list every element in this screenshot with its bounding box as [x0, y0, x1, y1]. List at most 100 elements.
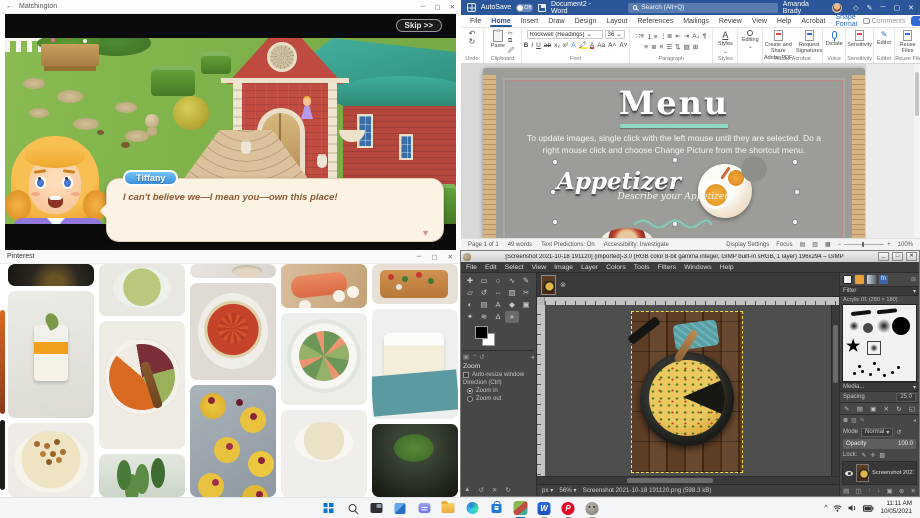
- eraser-tool-icon[interactable]: ◆: [505, 299, 519, 311]
- menu-view[interactable]: View: [532, 264, 547, 271]
- text-predictions[interactable]: Text Predictions: On: [541, 242, 595, 248]
- mode-select[interactable]: Normal ▾: [861, 427, 894, 437]
- frittata-image[interactable]: [627, 311, 743, 473]
- close-icon[interactable]: ✕: [906, 252, 917, 261]
- paths-tab-icon[interactable]: ✎: [860, 417, 865, 424]
- word-app-icon[interactable]: [467, 3, 476, 12]
- pin[interactable]: [8, 264, 94, 286]
- new-layer-icon[interactable]: ▤: [843, 487, 849, 495]
- tab-insert[interactable]: Insert: [516, 17, 544, 26]
- zoom-select[interactable]: 56% ▾: [559, 487, 576, 494]
- tab-shape-format[interactable]: Shape Format: [830, 13, 862, 29]
- pin[interactable]: [372, 309, 458, 419]
- brush-preview-grid[interactable]: ★: [842, 304, 917, 382]
- selection-handle[interactable]: [793, 220, 797, 224]
- brush-filter-row[interactable]: Filter ▾: [840, 286, 919, 296]
- document-scrollbar[interactable]: [914, 64, 920, 238]
- selection-handle[interactable]: [673, 158, 677, 162]
- gradients-tab-icon[interactable]: [867, 275, 876, 284]
- accessibility-status[interactable]: Accessibility: Investigate: [604, 242, 669, 248]
- placeholder-circle[interactable]: [741, 156, 767, 182]
- switch-mode-icon[interactable]: ↺: [896, 429, 901, 436]
- tray-expand-icon[interactable]: ^: [824, 505, 827, 512]
- minimize-icon[interactable]: ─: [421, 3, 426, 11]
- menu-template-page[interactable]: Menu To update images, single click with…: [483, 68, 865, 238]
- restore-options-icon[interactable]: ↺: [478, 486, 483, 494]
- delete-brush-icon[interactable]: ✕: [883, 405, 888, 413]
- merge-layer-icon[interactable]: ⊕: [899, 487, 904, 495]
- underline-icon[interactable]: U: [536, 42, 541, 49]
- tab-help[interactable]: Help: [772, 17, 796, 26]
- delete-options-icon[interactable]: ✕: [492, 486, 497, 494]
- fonts-tab-icon[interactable]: fn: [879, 275, 888, 284]
- dock-menu-icon[interactable]: ◂: [913, 417, 916, 424]
- pin[interactable]: [0, 420, 5, 490]
- menu-tools[interactable]: Tools: [634, 264, 650, 271]
- undo-history-tab-icon[interactable]: ↺: [479, 353, 484, 361]
- minimize-icon[interactable]: _: [878, 252, 889, 261]
- chat-button[interactable]: [416, 500, 433, 517]
- image-tab-close-icon[interactable]: ⊗: [560, 281, 566, 289]
- pin[interactable]: [99, 454, 185, 497]
- tab-acrobat[interactable]: Acrobat: [796, 17, 830, 26]
- lower-layer-icon[interactable]: ↓: [877, 487, 880, 495]
- menu-file[interactable]: File: [466, 264, 477, 271]
- volume-icon[interactable]: [848, 504, 857, 512]
- pin[interactable]: [372, 424, 458, 497]
- pilcrow-icon[interactable]: ¶: [703, 33, 707, 40]
- menu-filters[interactable]: Filters: [658, 264, 677, 271]
- align-right-icon[interactable]: ≡: [660, 44, 664, 51]
- edit-brush-icon[interactable]: ✎: [844, 405, 849, 413]
- pin[interactable]: [0, 310, 5, 414]
- matchington-taskbar-button[interactable]: [512, 500, 529, 518]
- menu-windows[interactable]: Windows: [684, 264, 712, 271]
- edge-button[interactable]: [464, 500, 481, 517]
- clone-tool-icon[interactable]: ▣: [519, 299, 533, 311]
- new-brush-icon[interactable]: ▤: [857, 405, 863, 413]
- gimp-taskbar-button[interactable]: [584, 500, 601, 518]
- editor-button[interactable]: ✎ Editor: [877, 30, 891, 47]
- menu-instructions[interactable]: To update images, single click with the …: [524, 132, 824, 157]
- dock-close-icon[interactable]: ⊠: [911, 276, 916, 283]
- strikethrough-icon[interactable]: ab: [544, 42, 551, 49]
- change-case-icon[interactable]: Aa: [597, 42, 605, 49]
- close-icon[interactable]: ✕: [450, 3, 455, 11]
- free-select-tool-icon[interactable]: ∿: [505, 275, 519, 287]
- refresh-brushes-icon[interactable]: ↻: [896, 405, 901, 413]
- italic-icon[interactable]: I: [531, 42, 533, 49]
- layer-visibility-icon[interactable]: [845, 470, 853, 476]
- save-options-icon[interactable]: ▲: [464, 486, 470, 494]
- back-icon[interactable]: ←: [6, 3, 13, 10]
- minimize-icon[interactable]: ─: [881, 4, 886, 12]
- format-painter-icon[interactable]: 🖉: [508, 46, 514, 56]
- align-left-icon[interactable]: ≡: [644, 44, 648, 51]
- paths-tool-icon[interactable]: ✎: [519, 275, 533, 287]
- search-input[interactable]: Search (Alt+Q): [627, 2, 778, 13]
- editing-mode-icon[interactable]: ✎: [867, 4, 873, 12]
- shrink-font-icon[interactable]: A˅: [619, 42, 627, 49]
- crop-tool-icon[interactable]: ▱: [463, 287, 477, 299]
- new-group-icon[interactable]: ◫: [855, 487, 861, 495]
- canvas-vscrollbar[interactable]: [831, 305, 839, 476]
- device-status-tab-icon[interactable]: ◔: [472, 353, 476, 361]
- rect-select-tool-icon[interactable]: ▭: [477, 275, 491, 287]
- tab-design[interactable]: Design: [570, 17, 602, 26]
- open-brush-icon[interactable]: ◱: [909, 405, 915, 413]
- reuse-files-button[interactable]: Reuse Files: [897, 30, 918, 55]
- avatar[interactable]: [832, 2, 843, 13]
- align-center-icon[interactable]: ≣: [651, 43, 656, 51]
- pin[interactable]: [99, 321, 185, 449]
- focus-mode[interactable]: Focus: [776, 242, 792, 248]
- tab-home[interactable]: Home: [486, 17, 515, 27]
- zoom-out-radio[interactable]: Zoom out: [467, 396, 534, 402]
- lock-position-icon[interactable]: ✛: [870, 452, 875, 459]
- pinterest-taskbar-button[interactable]: P: [560, 500, 577, 518]
- share-button[interactable]: ↷Share: [911, 16, 920, 26]
- font-name-select[interactable]: Rockwell (Headings) ⌄: [526, 30, 603, 39]
- bold-icon[interactable]: B: [524, 42, 529, 49]
- opacity-slider[interactable]: Opacity 100.0: [843, 439, 916, 449]
- document-area[interactable]: Menu To update images, single click with…: [461, 64, 920, 238]
- tab-mailings[interactable]: Mailings: [678, 17, 714, 26]
- color-swatches[interactable]: [475, 326, 499, 348]
- features-icon[interactable]: ◇: [853, 4, 858, 12]
